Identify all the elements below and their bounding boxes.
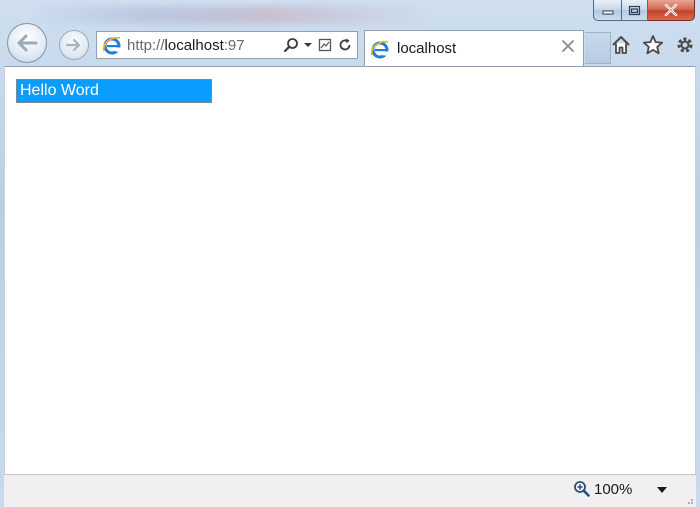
close-window-icon xyxy=(664,4,678,16)
forward-arrow-icon xyxy=(65,38,81,52)
zoom-chevron-down-icon[interactable] xyxy=(656,486,668,494)
resize-grip-icon[interactable] xyxy=(684,495,694,505)
browser-window: http://localhost:97 localhost Hello Word… xyxy=(0,0,700,507)
zoom-icon xyxy=(574,481,590,497)
address-text[interactable]: http://localhost:97 xyxy=(127,37,264,54)
status-bar: 100% xyxy=(4,474,696,507)
address-bar[interactable]: http://localhost:97 xyxy=(96,31,358,59)
tools-button[interactable] xyxy=(674,34,696,56)
back-button[interactable] xyxy=(7,23,47,63)
close-icon[interactable] xyxy=(561,39,575,53)
minimize-button[interactable] xyxy=(593,0,621,21)
search-icon[interactable] xyxy=(283,37,299,53)
compatibility-view-icon[interactable] xyxy=(317,37,333,53)
tab-localhost[interactable]: localhost xyxy=(364,30,584,66)
star-icon xyxy=(642,35,664,55)
zoom-control[interactable]: 100% xyxy=(573,480,632,498)
hello-word-box: Hello Word xyxy=(16,79,212,103)
chevron-down-icon[interactable] xyxy=(303,41,313,49)
forward-button[interactable] xyxy=(59,30,89,60)
page-viewport: Hello Word xyxy=(4,66,696,474)
zoom-level: 100% xyxy=(594,480,633,498)
favorites-button[interactable] xyxy=(642,34,664,56)
address-port: :97 xyxy=(223,36,245,54)
maximize-icon xyxy=(628,5,641,15)
tab-title: localhost xyxy=(397,40,457,57)
address-tools xyxy=(283,37,353,53)
command-icons xyxy=(610,34,696,56)
navigation-bar: http://localhost:97 localhost xyxy=(0,22,700,66)
new-tab-button[interactable] xyxy=(585,32,611,64)
address-scheme: http:// xyxy=(127,36,165,54)
gear-icon xyxy=(677,37,693,53)
address-host: localhost xyxy=(164,36,224,54)
back-arrow-icon xyxy=(17,34,38,52)
window-caption-buttons xyxy=(593,0,695,21)
tab-ie-logo-icon xyxy=(370,40,389,58)
minimize-icon xyxy=(602,10,613,15)
maximize-button[interactable] xyxy=(621,0,648,21)
ie-logo-icon xyxy=(102,36,121,55)
close-window-button[interactable] xyxy=(648,0,695,21)
home-button[interactable] xyxy=(610,34,632,56)
home-icon xyxy=(612,36,630,54)
refresh-icon[interactable] xyxy=(337,37,353,53)
